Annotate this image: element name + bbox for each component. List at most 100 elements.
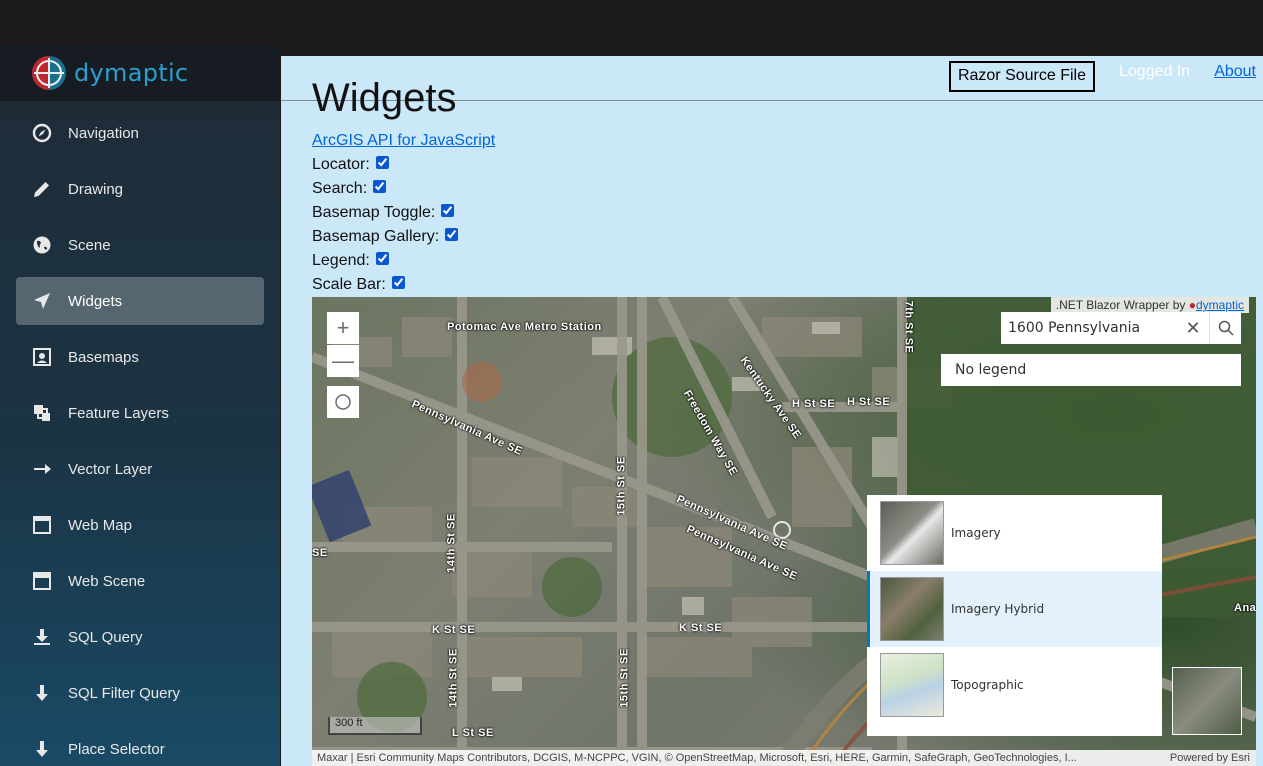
about-link[interactable]: About xyxy=(1214,63,1256,81)
dymaptic-logo-icon: ● xyxy=(1188,298,1196,312)
sidebar: dymaptic Navigation Drawing Scene Widget… xyxy=(0,45,280,766)
map-view[interactable]: Potomac Ave Metro Station Pennsylvania A… xyxy=(312,297,1256,766)
option-label: Basemap Toggle: xyxy=(312,204,436,221)
location-arrow-icon xyxy=(32,291,52,311)
sidebar-item-scene[interactable]: Scene xyxy=(16,221,264,269)
basemap-item-imagery-hybrid[interactable]: Imagery Hybrid xyxy=(867,571,1162,647)
imagery-hybrid-thumbnail xyxy=(880,577,944,641)
compass-icon xyxy=(32,123,52,143)
sidebar-item-drawing[interactable]: Drawing xyxy=(16,165,264,213)
locator-option[interactable]: Locator: xyxy=(312,155,389,174)
logged-in-status: Logged In xyxy=(1119,63,1191,80)
dymaptic-link[interactable]: dymaptic xyxy=(1196,298,1244,312)
sidebar-item-label: SQL Query xyxy=(68,628,143,646)
pencil-icon xyxy=(32,179,52,199)
sidebar-item-label: Drawing xyxy=(68,180,124,198)
locate-circle-icon xyxy=(335,394,351,410)
page-title: Widgets xyxy=(312,76,457,120)
sidebar-item-label: Scene xyxy=(68,236,111,254)
locator-checkbox[interactable] xyxy=(375,155,389,169)
legend-text: No legend xyxy=(955,362,1027,378)
map-label: 7th St SE xyxy=(902,300,915,354)
top-row: Razor Source File Logged In About xyxy=(948,56,1263,100)
map-label: K St SE xyxy=(432,624,476,636)
legend-widget: No legend xyxy=(941,354,1241,386)
basemap-gallery-option[interactable]: Basemap Gallery: xyxy=(312,227,459,246)
sidebar-item-label: Vector Layer xyxy=(68,460,153,478)
razor-source-file-button[interactable]: Razor Source File xyxy=(948,60,1095,92)
map-attribution: Maxar | Esri Community Maps Contributors… xyxy=(312,750,1256,766)
scale-bar-checkbox[interactable] xyxy=(391,275,405,289)
sidebar-item-place-selector[interactable]: Place Selector xyxy=(16,725,264,766)
globe-icon xyxy=(32,235,52,255)
sidebar-nav: Navigation Drawing Scene Widgets Basemap… xyxy=(0,109,280,766)
arcgis-api-link[interactable]: ArcGIS API for JavaScript xyxy=(312,132,495,150)
map-label: L St SE xyxy=(452,727,494,739)
scale-label: 300 ft xyxy=(335,717,363,729)
zoom-in-button[interactable]: + xyxy=(327,312,359,344)
sidebar-item-sql-filter-query[interactable]: SQL Filter Query xyxy=(16,669,264,717)
minus-icon: — xyxy=(332,348,354,373)
option-label: Scale Bar: xyxy=(312,276,386,293)
search-widget: ✕ xyxy=(1001,312,1241,344)
map-label: SE xyxy=(312,547,328,559)
legend-checkbox[interactable] xyxy=(375,251,389,265)
basemap-toggle-checkbox[interactable] xyxy=(441,203,455,217)
locate-button[interactable] xyxy=(327,386,359,418)
imagery-thumbnail xyxy=(880,501,944,565)
sidebar-item-label: Feature Layers xyxy=(68,404,169,422)
basemap-item-imagery[interactable]: Imagery xyxy=(867,495,1162,571)
arrow-right-icon xyxy=(32,459,52,479)
search-checkbox[interactable] xyxy=(373,179,387,193)
basemap-item-topographic[interactable]: Topographic xyxy=(867,647,1162,723)
map-label: 15th St SE xyxy=(618,648,631,708)
brand-name: dymaptic xyxy=(74,59,189,87)
basemap-gallery: Imagery Imagery Hybrid Topographic xyxy=(867,495,1162,736)
basemap-toggle-button[interactable] xyxy=(1172,667,1242,735)
sidebar-item-basemaps[interactable]: Basemaps xyxy=(16,333,264,381)
map-image-icon xyxy=(32,347,52,367)
sidebar-item-label: Place Selector xyxy=(68,740,165,758)
sidebar-item-feature-layers[interactable]: Feature Layers xyxy=(16,389,264,437)
map-label: K St SE xyxy=(679,622,723,634)
sidebar-item-web-map[interactable]: Web Map xyxy=(16,501,264,549)
main-content: Razor Source File Logged In About Widget… xyxy=(281,56,1263,766)
sidebar-item-widgets[interactable]: Widgets xyxy=(16,277,264,325)
option-label: Search: xyxy=(312,180,368,197)
wrapper-attribution: .NET Blazor Wrapper by ●dymaptic xyxy=(1050,297,1249,313)
sidebar-item-web-scene[interactable]: Web Scene xyxy=(16,557,264,605)
legend-option[interactable]: Legend: xyxy=(312,251,389,270)
option-label: Basemap Gallery: xyxy=(312,228,440,245)
sidebar-item-label: Web Scene xyxy=(68,572,146,590)
search-icon xyxy=(1218,320,1234,336)
map-label: 15th St SE xyxy=(615,456,628,516)
sidebar-item-label: Basemaps xyxy=(68,348,139,366)
basemap-label: Imagery Hybrid xyxy=(951,602,1045,616)
basemap-toggle-option[interactable]: Basemap Toggle: xyxy=(312,203,455,222)
attribution-text[interactable]: Maxar | Esri Community Maps Contributors… xyxy=(317,752,1158,764)
powered-by-esri[interactable]: Powered by Esri xyxy=(1158,752,1256,764)
download-icon xyxy=(32,627,52,647)
map-label: 14th St SE xyxy=(445,513,458,573)
sidebar-item-label: Web Map xyxy=(68,516,132,534)
topographic-thumbnail xyxy=(880,653,944,717)
clear-search-button[interactable]: ✕ xyxy=(1177,312,1209,344)
search-input[interactable] xyxy=(1001,320,1177,336)
sidebar-item-vector-layer[interactable]: Vector Layer xyxy=(16,445,264,493)
map-label: 14th St SE xyxy=(447,648,460,708)
brand-header[interactable]: dymaptic xyxy=(0,45,280,101)
basemap-gallery-checkbox[interactable] xyxy=(445,227,459,241)
scale-bar-option[interactable]: Scale Bar: xyxy=(312,275,405,294)
sidebar-item-navigation[interactable]: Navigation xyxy=(16,109,264,157)
sidebar-item-label: Widgets xyxy=(68,292,123,310)
search-option[interactable]: Search: xyxy=(312,179,387,198)
option-label: Legend: xyxy=(312,252,370,269)
sidebar-item-sql-query[interactable]: SQL Query xyxy=(16,613,264,661)
zoom-out-button[interactable]: — xyxy=(327,345,359,377)
scale-bar: 300 ft xyxy=(328,717,422,735)
search-button[interactable] xyxy=(1209,312,1241,344)
layers-icon xyxy=(32,403,52,423)
close-icon: ✕ xyxy=(1185,317,1201,338)
browser-top-bar xyxy=(0,0,1263,45)
map-label: Ana xyxy=(1234,602,1256,614)
